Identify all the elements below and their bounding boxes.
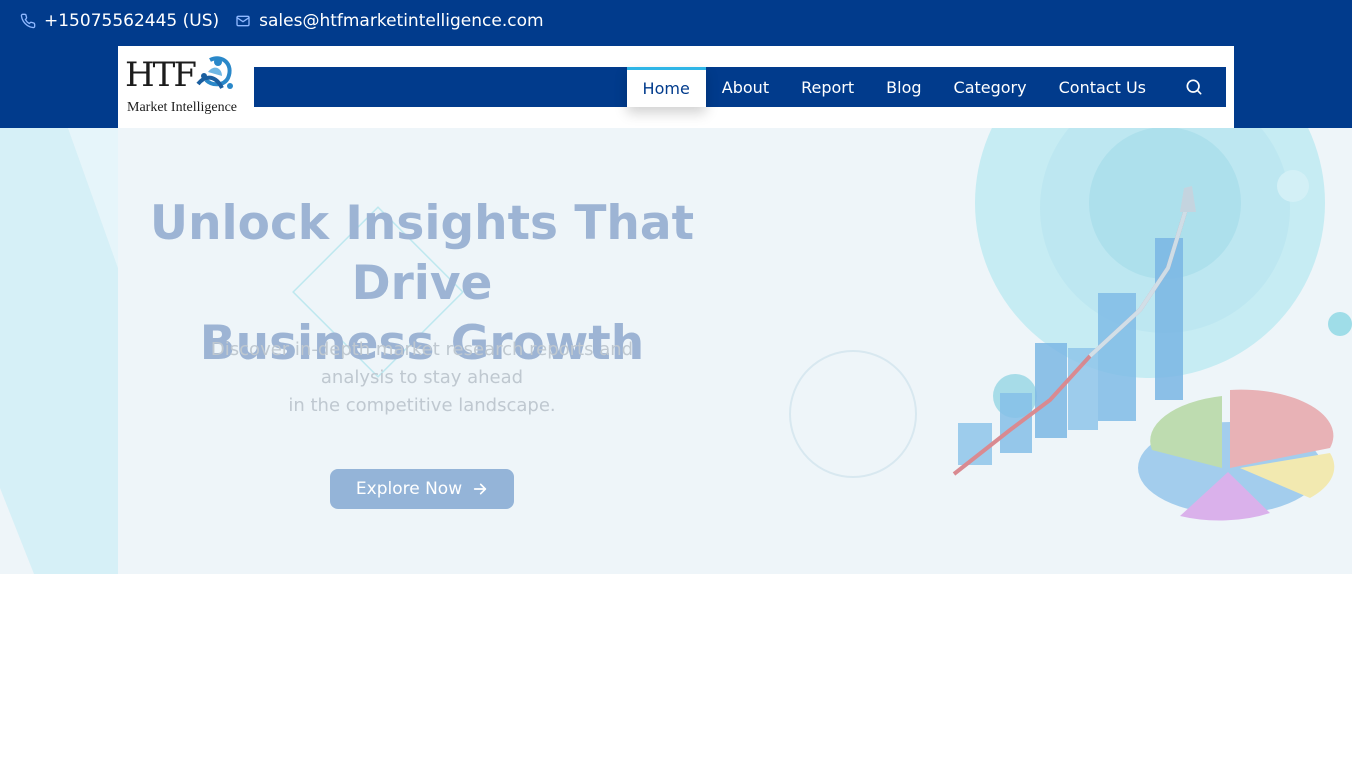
nav-item-about[interactable]: About [706, 67, 785, 107]
logo[interactable]: HTF Market Intelligence [122, 52, 240, 120]
nav-label: Blog [886, 77, 922, 97]
hero-desc-line: in the competitive landscape. [288, 395, 556, 416]
nav-item-report[interactable]: Report [785, 67, 870, 107]
hero-description: Discover in-depth market research report… [160, 336, 684, 420]
logo-subtitle: Market Intelligence [127, 100, 238, 115]
search-icon [1186, 79, 1202, 95]
nav-label: Contact Us [1058, 77, 1146, 97]
hero-section: Unlock Insights That Drive Business Grow… [0, 128, 1352, 574]
hero-desc-line: Discover in-depth market research report… [210, 339, 634, 360]
nav-item-home[interactable]: Home [626, 67, 706, 107]
header: HTF Market Intelligence Home About Repor… [118, 46, 1234, 128]
growth-chart-illustration [952, 186, 1335, 521]
phone-link[interactable]: +15075562445 (US) [20, 11, 219, 31]
nav-label: Category [953, 77, 1027, 97]
top-bar: +15075562445 (US) sales@htfmarketintelli… [0, 0, 1352, 128]
main-nav: Home About Report Blog Category Contact … [254, 67, 1226, 107]
nav-menu: Home About Report Blog Category Contact … [626, 67, 1226, 107]
logo-mark-icon [196, 56, 233, 89]
arrow-right-icon [473, 483, 487, 495]
nav-label: Report [801, 77, 855, 97]
phone-number: +15075562445 (US) [44, 11, 220, 31]
explore-now-button[interactable]: Explore Now [330, 469, 514, 509]
email-link[interactable]: sales@htfmarketintelligence.com [235, 11, 544, 31]
mail-icon [236, 15, 250, 27]
phone-icon [20, 13, 36, 29]
hero-title-line: Unlock Insights That Drive [149, 196, 695, 311]
contact-row: +15075562445 (US) sales@htfmarketintelli… [20, 8, 560, 34]
email-address: sales@htfmarketintelligence.com [259, 11, 544, 31]
nav-item-contact-us[interactable]: Contact Us [1043, 67, 1162, 107]
logo-main-text: HTF [125, 55, 197, 95]
search-button[interactable] [1162, 67, 1226, 107]
hero-desc-line: analysis to stay ahead [320, 367, 524, 388]
nav-label: Home [642, 79, 690, 98]
nav-item-category[interactable]: Category [938, 67, 1043, 107]
explore-now-label: Explore Now [355, 479, 463, 499]
nav-label: About [721, 77, 770, 97]
nav-item-blog[interactable]: Blog [870, 67, 937, 107]
